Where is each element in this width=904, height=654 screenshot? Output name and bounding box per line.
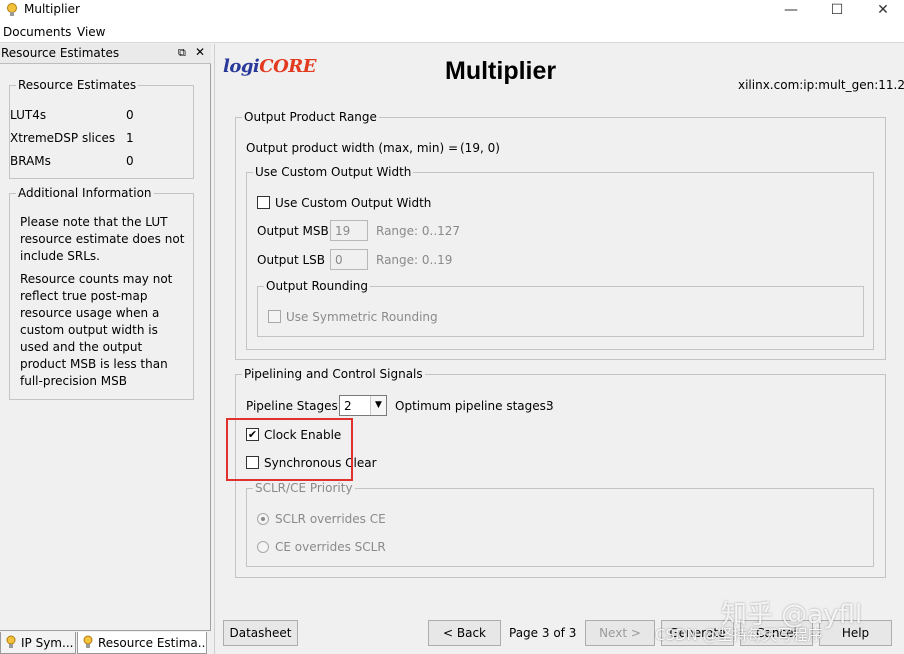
logicore-logo: logiCORE xyxy=(223,56,316,77)
page-indicator: Page 3 of 3 xyxy=(509,626,577,640)
resource-estimates-panel: Resource Estimates ⧉ ✕ Resource Estimate… xyxy=(0,44,211,630)
menu-bar: Documents View xyxy=(0,22,904,43)
output-range-legend: Output Product Range xyxy=(244,110,377,124)
maximize-button[interactable]: ☐ xyxy=(814,0,860,22)
output-lsb-range: Range: 0..19 xyxy=(376,253,453,267)
resource-label-dsp: XtremeDSP slices xyxy=(10,131,116,145)
ce-overrides-sclr-radio[interactable] xyxy=(257,541,269,553)
sclr-ce-priority-legend: SCLR/CE Priority xyxy=(255,481,353,495)
back-button[interactable]: < Back xyxy=(428,620,501,646)
custom-output-width-label: Use Custom Output Width xyxy=(275,196,432,210)
output-msb-label: Output MSB xyxy=(257,224,329,238)
custom-output-legend: Use Custom Output Width xyxy=(255,165,412,179)
datasheet-button[interactable]: Datasheet xyxy=(223,620,298,646)
chevron-down-icon[interactable]: ▼ xyxy=(370,396,386,415)
panel-header: Resource Estimates ⧉ ✕ xyxy=(0,44,211,64)
resource-label-brams: BRAMs xyxy=(10,154,51,168)
minimize-button[interactable]: — xyxy=(768,0,814,22)
pipelining-legend: Pipelining and Control Signals xyxy=(244,367,423,381)
configuration-panel: logiCORE Multiplier xilinx.com:ip:mult_g… xyxy=(214,44,904,654)
close-window-button[interactable]: ✕ xyxy=(860,0,904,22)
menu-documents[interactable]: Documents xyxy=(3,25,71,39)
output-msb-range: Range: 0..127 xyxy=(376,224,461,238)
ce-overrides-sclr-label: CE overrides SCLR xyxy=(275,540,386,554)
float-panel-icon[interactable]: ⧉ xyxy=(178,46,186,60)
resource-group-legend: Resource Estimates xyxy=(18,78,137,92)
output-msb-input[interactable] xyxy=(330,220,368,241)
resource-value-brams: 0 xyxy=(126,154,134,168)
pipeline-stages-value: 2 xyxy=(344,399,352,413)
menu-view[interactable]: View xyxy=(77,25,105,39)
app-bulb-icon xyxy=(7,3,17,16)
annotation-highlight-box xyxy=(226,418,353,481)
tab-label: IP Sym... xyxy=(21,636,74,650)
next-button[interactable]: Next > xyxy=(585,620,655,646)
pipeline-stages-select[interactable]: 2 ▼ xyxy=(339,395,387,416)
tab-ip-symbol[interactable]: IP Sym... xyxy=(0,632,76,654)
optimum-stages-label: Optimum pipeline stages: xyxy=(395,399,550,413)
sclr-overrides-ce-radio[interactable] xyxy=(257,513,269,525)
output-rounding-legend: Output Rounding xyxy=(266,279,369,293)
tab-label: Resource Estima... xyxy=(98,636,207,650)
optimum-stages-value: 3 xyxy=(546,399,554,413)
resource-value-lut4s: 0 xyxy=(126,108,134,122)
output-lsb-input[interactable] xyxy=(330,249,368,270)
additional-info-legend: Additional Information xyxy=(18,186,152,200)
close-panel-icon[interactable]: ✕ xyxy=(195,45,205,59)
pipeline-stages-label: Pipeline Stages xyxy=(246,399,338,413)
resource-value-dsp: 1 xyxy=(126,131,134,145)
output-width-value: (19, 0) xyxy=(460,141,500,155)
symmetric-rounding-label: Use Symmetric Rounding xyxy=(286,310,438,324)
resource-label-lut4s: LUT4s xyxy=(10,108,47,122)
window-title: Multiplier xyxy=(24,2,80,16)
info-paragraph-lut: Please note that the LUT resource estima… xyxy=(20,215,185,263)
bulb-icon xyxy=(6,635,16,648)
title-bar: Multiplier — ☐ ✕ xyxy=(0,0,904,22)
page-title: Multiplier xyxy=(445,57,557,85)
output-width-label: Output product width (max, min) = xyxy=(246,141,458,155)
tab-resource-estimates[interactable]: Resource Estima... xyxy=(77,632,207,654)
bulb-icon xyxy=(83,635,93,648)
output-rounding-group: Output Rounding xyxy=(257,279,864,337)
ip-identifier: xilinx.com:ip:mult_gen:11.2 xyxy=(738,78,904,92)
sclr-overrides-ce-label: SCLR overrides CE xyxy=(275,512,386,526)
panel-tab-bar: IP Sym... Resource Estima... xyxy=(0,630,211,654)
watermark-csdn: CSDN @坚持每天写程序 xyxy=(655,626,823,644)
custom-output-width-checkbox[interactable] xyxy=(257,196,270,209)
output-lsb-label: Output LSB xyxy=(257,253,326,267)
info-paragraph-resources: Resource counts may not reflect true pos… xyxy=(20,272,173,388)
symmetric-rounding-checkbox[interactable] xyxy=(268,310,281,323)
panel-header-title: Resource Estimates xyxy=(1,46,120,60)
